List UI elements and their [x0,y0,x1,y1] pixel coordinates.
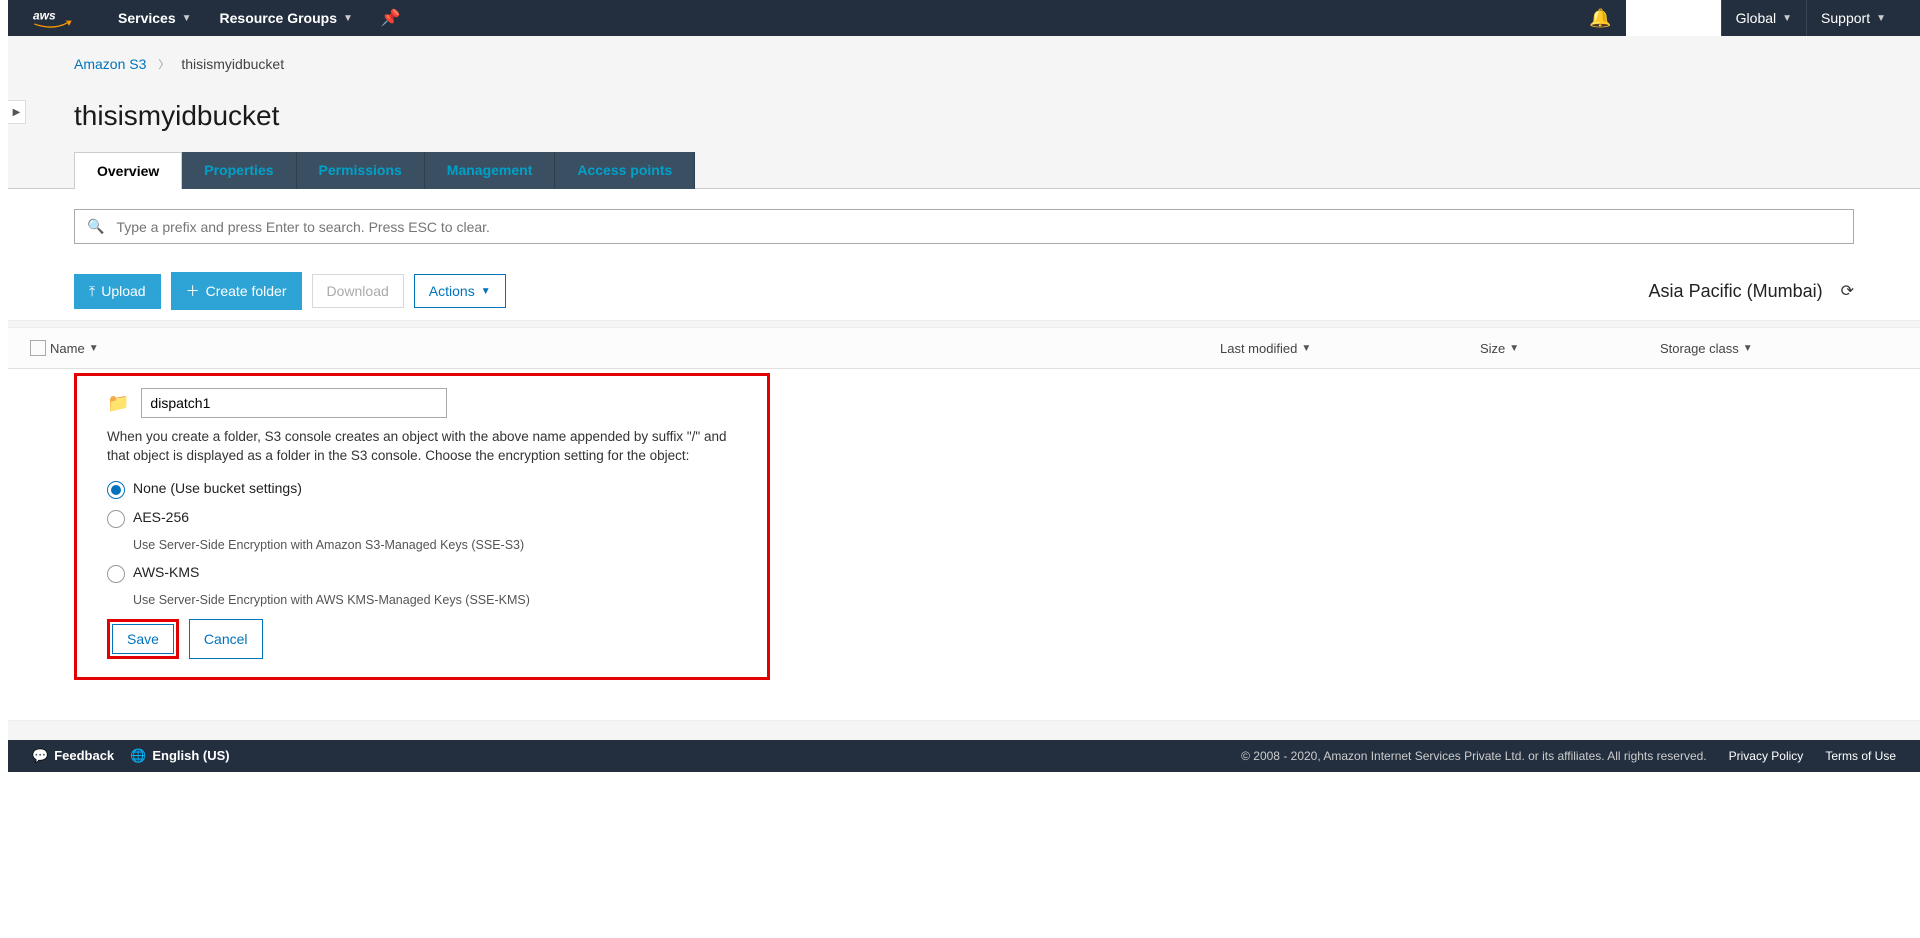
language-selector[interactable]: 🌐 English (US) [130,748,229,764]
tabs: Overview Properties Permissions Manageme… [74,152,1920,189]
chevron-down-icon: ▼ [343,13,353,24]
cancel-button[interactable]: Cancel [189,619,263,659]
encryption-option-none[interactable]: None (Use bucket settings) [107,480,737,499]
radio-icon [107,565,125,583]
create-folder-label: Create folder [206,283,287,299]
create-folder-panel: 📁 When you create a folder, S3 console c… [74,373,770,680]
save-highlight: Save [107,619,179,659]
tab-management[interactable]: Management [425,152,556,189]
tab-access-points[interactable]: Access points [555,152,695,189]
save-button[interactable]: Save [112,624,174,654]
breadcrumb-current: thisismyidbucket [181,56,284,72]
encryption-option-kms[interactable]: AWS-KMS [107,564,737,583]
breadcrumb: Amazon S3 〉 thisismyidbucket [8,36,1920,82]
upload-label: Upload [101,283,145,299]
folder-description: When you create a folder, S3 console cre… [107,428,737,466]
actions-menu-button[interactable]: Actions ▼ [414,274,506,308]
language-label: English (US) [152,748,229,763]
breadcrumb-root[interactable]: Amazon S3 [74,56,146,72]
column-last-modified-label: Last modified [1220,341,1297,356]
region-menu[interactable]: Global ▼ [1722,0,1806,36]
top-nav: aws Services ▼ Resource Groups ▼ 📌 🔔 Glo… [8,0,1920,36]
upload-button[interactable]: ⤒ Upload [74,274,161,309]
column-last-modified[interactable]: Last modified ▼ [1220,341,1480,356]
support-menu[interactable]: Support ▼ [1807,0,1900,36]
encryption-option-aes[interactable]: AES-256 [107,509,737,528]
folder-icon: 📁 [107,393,129,414]
globe-icon: 🌐 [130,748,146,764]
tab-overview[interactable]: Overview [74,152,182,189]
resource-groups-label: Resource Groups [220,10,337,26]
encryption-aes-label: AES-256 [133,509,189,525]
column-storage-class-label: Storage class [1660,341,1739,356]
download-label: Download [327,283,389,299]
upload-icon: ⤒ [89,283,95,300]
chevron-down-icon: ▼ [182,13,192,24]
tab-permissions[interactable]: Permissions [297,152,425,189]
refresh-icon[interactable]: ⟳ [1841,281,1854,301]
feedback-label: Feedback [54,748,114,763]
pin-icon[interactable]: 📌 [381,8,401,28]
chevron-down-icon: ▼ [1876,13,1886,24]
aws-logo[interactable]: aws [28,6,78,30]
resource-groups-menu[interactable]: Resource Groups ▼ [220,10,353,26]
terms-link[interactable]: Terms of Use [1825,749,1896,763]
encryption-none-label: None (Use bucket settings) [133,480,302,496]
table-header: Name ▼ Last modified ▼ Size ▼ Storage cl… [8,328,1920,369]
radio-icon [107,510,125,528]
speech-bubble-icon: 💬 [32,748,48,764]
privacy-link[interactable]: Privacy Policy [1729,749,1804,763]
search-input[interactable] [116,219,1841,235]
chevron-down-icon: ▼ [1782,13,1792,24]
plus-icon: ＋ [186,281,200,301]
encryption-kms-label: AWS-KMS [133,564,199,580]
select-all-checkbox[interactable] [30,340,46,356]
search-bar: 🔍 [74,209,1854,244]
services-label: Services [118,10,176,26]
bell-icon: 🔔 [1589,8,1611,29]
feedback-link[interactable]: 💬 Feedback [32,748,114,764]
folder-name-input[interactable] [141,388,447,418]
action-toolbar: ⤒ Upload ＋ Create folder Download Action… [74,272,1854,310]
create-folder-button[interactable]: ＋ Create folder [171,272,302,310]
sort-icon: ▼ [1509,343,1519,354]
encryption-kms-sublabel: Use Server-Side Encryption with AWS KMS-… [133,593,737,607]
bucket-region-label: Asia Pacific (Mumbai) [1649,281,1823,302]
download-button: Download [312,274,404,308]
sort-icon: ▼ [1301,343,1311,354]
svg-text:aws: aws [33,8,56,22]
chevron-right-icon: 〉 [158,56,169,72]
column-size[interactable]: Size ▼ [1480,341,1660,356]
copyright-text: © 2008 - 2020, Amazon Internet Services … [1241,749,1707,763]
column-size-label: Size [1480,341,1505,356]
column-storage-class[interactable]: Storage class ▼ [1660,341,1920,356]
actions-menu-label: Actions [429,283,475,299]
sort-icon: ▼ [1743,343,1753,354]
sort-icon: ▼ [89,343,99,354]
chevron-down-icon: ▼ [481,286,491,297]
search-icon: 🔍 [87,218,104,235]
page-title: thisismyidbucket [8,82,1920,152]
column-name-label: Name [50,341,85,356]
tab-properties[interactable]: Properties [182,152,296,189]
account-block[interactable] [1626,0,1721,36]
radio-icon [107,481,125,499]
encryption-aes-sublabel: Use Server-Side Encryption with Amazon S… [133,538,737,552]
column-name[interactable]: Name ▼ [50,341,1220,356]
services-menu[interactable]: Services ▼ [118,10,192,26]
footer: 💬 Feedback 🌐 English (US) © 2008 - 2020,… [8,740,1920,772]
region-label: Global [1736,10,1776,26]
support-label: Support [1821,10,1870,26]
notifications-button[interactable]: 🔔 [1575,0,1625,36]
side-panel-toggle[interactable]: ▶ [8,100,26,124]
